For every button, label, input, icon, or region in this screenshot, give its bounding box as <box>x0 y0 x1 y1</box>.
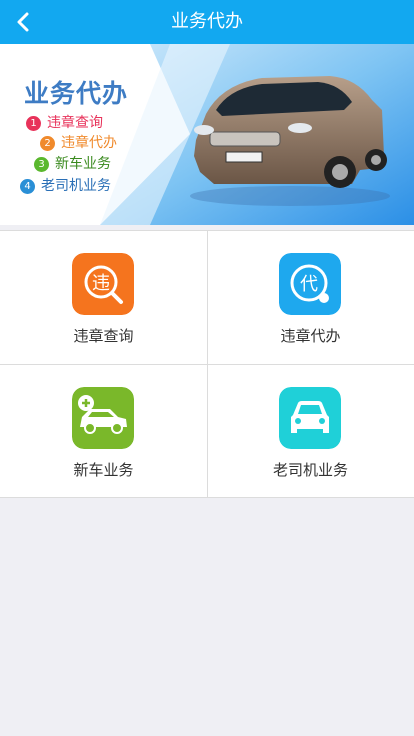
service-new-car[interactable]: 新车业务 <box>0 365 207 498</box>
new-car-icon <box>72 387 134 449</box>
number-badge: 3 <box>34 156 49 172</box>
agency-icon: 代 <box>279 253 341 315</box>
service-label: 违章查询 <box>73 327 134 345</box>
number-badge: 2 <box>40 135 55 151</box>
violation-query-icon: 违 <box>72 253 134 315</box>
promo-banner: 业务代办 1 违章查询 2 违章代办 3 新车业务 4 老司机业务 <box>0 44 414 225</box>
service-label: 违章代办 <box>280 327 341 345</box>
car-front-icon <box>279 387 341 449</box>
service-veteran-driver[interactable]: 老司机业务 <box>207 365 414 498</box>
number-badge: 1 <box>26 115 41 131</box>
number-badge: 4 <box>20 178 35 194</box>
service-violation-query[interactable]: 违 违章查询 <box>0 231 207 364</box>
service-violation-agency[interactable]: 代 违章代办 <box>207 231 414 364</box>
banner-item-label: 违章查询 <box>47 115 103 131</box>
page-title: 业务代办 <box>171 11 243 32</box>
banner-item-2: 2 违章代办 <box>40 133 117 153</box>
banner-title: 业务代办 <box>24 79 129 108</box>
svg-text:违: 违 <box>92 273 110 294</box>
banner-item-label: 老司机业务 <box>41 178 111 194</box>
service-grid: 违 违章查询 代 违章代办 新车业务 老司机业务 <box>0 230 414 498</box>
banner-item-3: 3 新车业务 <box>34 154 111 174</box>
banner-item-4: 4 老司机业务 <box>20 176 111 196</box>
header: 业务代办 <box>0 0 414 44</box>
svg-text:代: 代 <box>300 274 318 295</box>
banner-item-label: 新车业务 <box>55 156 111 172</box>
service-label: 老司机业务 <box>272 461 348 479</box>
banner-item-1: 1 违章查询 <box>26 113 103 133</box>
service-label: 新车业务 <box>73 461 134 479</box>
banner-item-label: 违章代办 <box>61 135 117 151</box>
